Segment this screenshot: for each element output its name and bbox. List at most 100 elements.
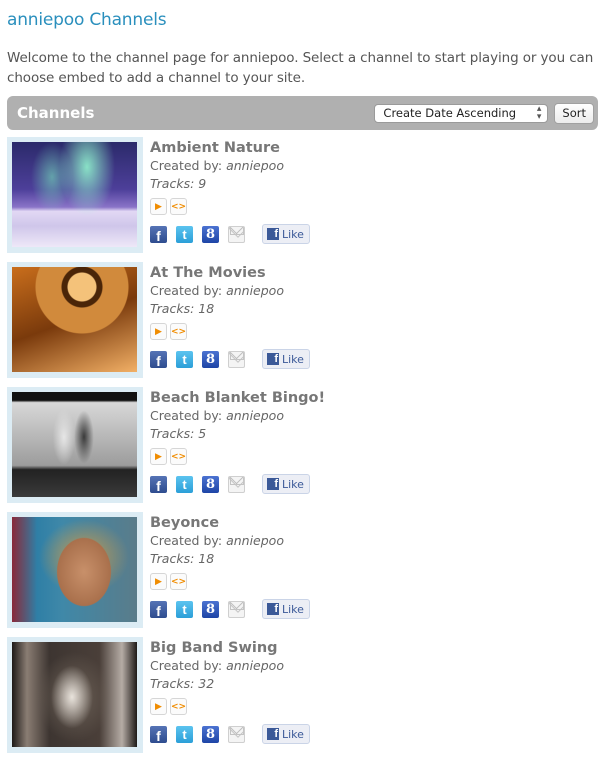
google-share-icon[interactable]: 8 <box>202 225 219 243</box>
facebook-like-button[interactable]: f Like <box>262 224 310 244</box>
twitter-share-icon[interactable]: t <box>176 600 193 618</box>
channel-item: Beyonce Created by: anniepoo Tracks: 18 … <box>7 512 608 637</box>
like-label: Like <box>282 227 304 241</box>
channel-creator: Created by: anniepoo <box>150 407 325 425</box>
like-label: Like <box>282 727 304 741</box>
email-share-icon[interactable] <box>228 475 245 493</box>
channel-item: At The Movies Created by: anniepoo Track… <box>7 262 608 387</box>
embed-button[interactable]: <> <box>170 448 187 465</box>
tracks-count: 9 <box>198 176 207 191</box>
facebook-icon: f <box>267 728 279 740</box>
channel-name[interactable]: Big Band Swing <box>150 639 310 657</box>
embed-button[interactable]: <> <box>170 698 187 715</box>
play-icon: ▶ <box>155 201 162 212</box>
facebook-like-button[interactable]: f Like <box>262 724 310 744</box>
email-share-icon[interactable] <box>228 350 245 368</box>
facebook-share-icon[interactable]: f <box>150 600 167 619</box>
channel-thumbnail[interactable] <box>7 262 143 378</box>
channel-thumbnail[interactable] <box>7 137 143 253</box>
channels-heading: Channels <box>17 104 95 122</box>
created-label: Created by: <box>150 408 223 423</box>
tracks-label: Tracks: <box>150 551 195 566</box>
channel-author: anniepoo <box>226 408 284 423</box>
channel-image[interactable] <box>12 642 137 747</box>
welcome-text: Welcome to the channel page for anniepoo… <box>7 50 594 86</box>
channel-thumbnail[interactable] <box>7 387 143 503</box>
channel-author: anniepoo <box>226 158 284 173</box>
facebook-icon: f <box>267 353 279 365</box>
email-share-icon[interactable] <box>228 600 245 618</box>
twitter-share-icon[interactable]: t <box>176 225 193 243</box>
embed-button[interactable]: <> <box>170 573 187 590</box>
tracks-label: Tracks: <box>150 676 195 691</box>
created-label: Created by: <box>150 283 223 298</box>
google-share-icon[interactable]: 8 <box>202 600 219 618</box>
facebook-share-icon[interactable]: f <box>150 225 167 244</box>
channel-list: Ambient Nature Created by: anniepoo Trac… <box>7 137 608 762</box>
channel-image[interactable] <box>12 392 137 497</box>
facebook-icon: f <box>267 603 279 615</box>
channel-name[interactable]: Beach Blanket Bingo! <box>150 389 325 407</box>
play-button[interactable]: ▶ <box>150 198 167 215</box>
embed-button[interactable]: <> <box>170 323 187 340</box>
sort-controls: Create Date Ascending ▴ ▾ Sort <box>374 102 594 124</box>
twitter-share-icon[interactable]: t <box>176 725 193 743</box>
google-share-icon[interactable]: 8 <box>202 475 219 493</box>
channel-tracks: Tracks: 5 <box>150 425 325 443</box>
facebook-share-icon[interactable]: f <box>150 725 167 744</box>
google-share-icon[interactable]: 8 <box>202 725 219 743</box>
channel-name[interactable]: At The Movies <box>150 264 310 282</box>
channel-creator: Created by: anniepoo <box>150 282 310 300</box>
facebook-icon: f <box>267 478 279 490</box>
facebook-share-icon[interactable]: f <box>150 350 167 369</box>
tracks-count: 5 <box>198 426 207 441</box>
channel-name[interactable]: Beyonce <box>150 514 310 532</box>
channel-tracks: Tracks: 32 <box>150 675 310 693</box>
play-button[interactable]: ▶ <box>150 323 167 340</box>
play-button[interactable]: ▶ <box>150 448 167 465</box>
like-label: Like <box>282 477 304 491</box>
embed-button[interactable]: <> <box>170 198 187 215</box>
channel-tracks: Tracks: 9 <box>150 175 310 193</box>
channel-creator: Created by: anniepoo <box>150 657 310 675</box>
channel-tracks: Tracks: 18 <box>150 550 310 568</box>
like-label: Like <box>282 352 304 366</box>
channel-author: anniepoo <box>226 283 284 298</box>
facebook-like-button[interactable]: f Like <box>262 599 310 619</box>
embed-icon: <> <box>170 326 187 337</box>
play-icon: ▶ <box>155 701 162 712</box>
channel-creator: Created by: anniepoo <box>150 157 310 175</box>
channel-image[interactable] <box>12 142 137 247</box>
channel-tracks: Tracks: 18 <box>150 300 310 318</box>
channel-thumbnail[interactable] <box>7 512 143 628</box>
channel-item: Beach Blanket Bingo! Created by: anniepo… <box>7 387 608 512</box>
channel-thumbnail[interactable] <box>7 637 143 753</box>
twitter-share-icon[interactable]: t <box>176 350 193 368</box>
embed-icon: <> <box>170 576 187 587</box>
channel-image[interactable] <box>12 517 137 622</box>
play-button[interactable]: ▶ <box>150 573 167 590</box>
channel-page: anniepoo Channels Welcome to the channel… <box>0 0 608 762</box>
play-button[interactable]: ▶ <box>150 698 167 715</box>
facebook-like-button[interactable]: f Like <box>262 474 310 494</box>
google-share-icon[interactable]: 8 <box>202 350 219 368</box>
sort-select-value: Create Date Ascending <box>383 106 517 120</box>
facebook-like-button[interactable]: f Like <box>262 349 310 369</box>
channel-name[interactable]: Ambient Nature <box>150 139 310 157</box>
sort-button[interactable]: Sort <box>554 102 594 124</box>
created-label: Created by: <box>150 658 223 673</box>
email-share-icon[interactable] <box>228 225 245 243</box>
play-icon: ▶ <box>155 326 162 337</box>
play-icon: ▶ <box>155 451 162 462</box>
like-label: Like <box>282 602 304 616</box>
select-arrows-icon: ▴ ▾ <box>536 104 542 122</box>
sort-order-select[interactable]: Create Date Ascending ▴ ▾ <box>374 103 549 123</box>
channel-image[interactable] <box>12 267 137 372</box>
embed-icon: <> <box>170 451 187 462</box>
page-title: anniepoo Channels <box>7 10 167 30</box>
play-icon: ▶ <box>155 576 162 587</box>
twitter-share-icon[interactable]: t <box>176 475 193 493</box>
facebook-share-icon[interactable]: f <box>150 475 167 494</box>
created-label: Created by: <box>150 533 223 548</box>
email-share-icon[interactable] <box>228 725 245 743</box>
